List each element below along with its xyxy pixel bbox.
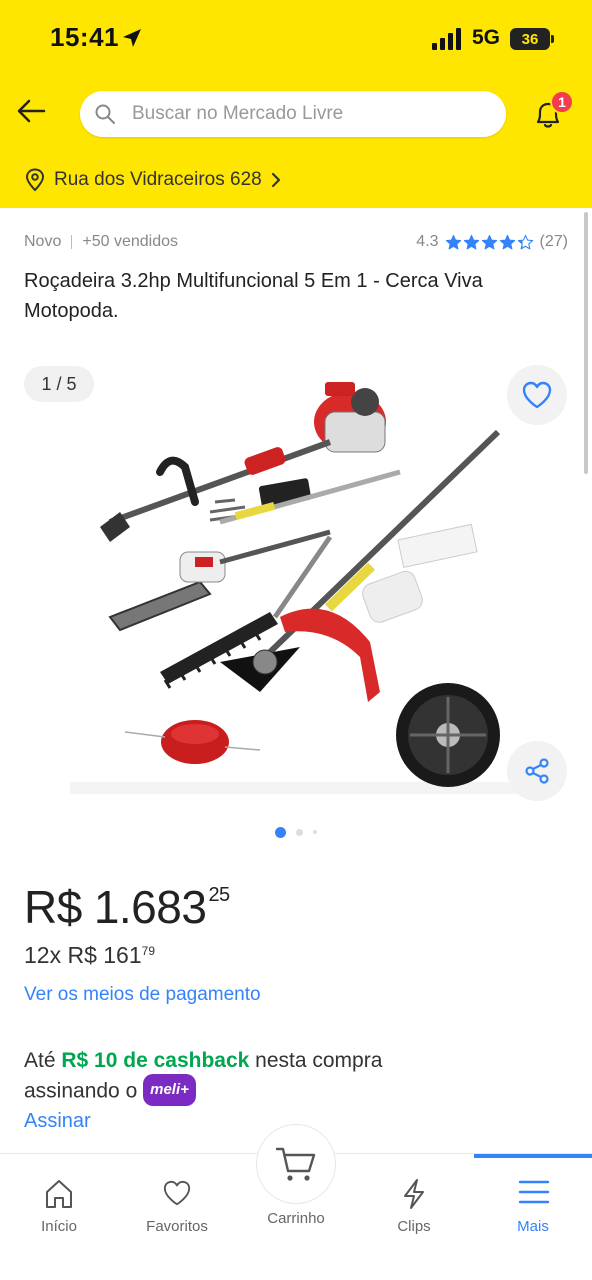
- battery-icon: 36: [510, 28, 550, 50]
- star-icon: [445, 234, 461, 249]
- home-icon: [46, 1180, 72, 1208]
- favorite-button[interactable]: [507, 365, 567, 425]
- cashback-prefix: Até: [24, 1049, 56, 1072]
- installments-prefix: 12x R$: [24, 942, 97, 968]
- subscribe-link[interactable]: Assinar: [24, 1110, 91, 1133]
- search-icon: [95, 104, 115, 124]
- nav-item-carrinho[interactable]: [256, 1124, 336, 1204]
- nav-item-inicio[interactable]: Início: [0, 1168, 118, 1238]
- installment-cents: 79: [141, 944, 155, 958]
- cashback-line2: assinando o: [24, 1079, 138, 1103]
- rating-stars: [445, 234, 534, 251]
- search-input[interactable]: Buscar no Mercado Livre: [80, 91, 506, 137]
- image-counter: 1 / 5: [24, 366, 94, 402]
- nav-item-favoritos[interactable]: Favoritos: [118, 1168, 236, 1238]
- price-integer: 1.683: [93, 881, 207, 933]
- product-gallery[interactable]: 1 / 5: [0, 352, 592, 812]
- price-currency: R$: [24, 881, 82, 933]
- star-icon: [517, 234, 533, 249]
- meli-plus-logo: meli+: [143, 1074, 196, 1106]
- payment-methods-link[interactable]: Ver os meios de pagamento: [24, 984, 261, 1006]
- pagination-dot[interactable]: [296, 828, 303, 836]
- installments: 12x R$ 16179: [24, 942, 155, 969]
- nav-label: Favoritos: [146, 1218, 208, 1235]
- rating-value: 4.3: [416, 233, 439, 250]
- share-button[interactable]: [507, 741, 567, 801]
- share-icon: [525, 758, 549, 784]
- nav-label: Início: [41, 1218, 77, 1235]
- battery-nub: [551, 35, 554, 43]
- address-text: Rua dos Vidraceiros 628: [54, 169, 262, 190]
- cashback-mid: nesta compra: [255, 1049, 383, 1072]
- heart-icon: [522, 381, 552, 409]
- location-pin-icon: [25, 168, 45, 192]
- pagination-dot[interactable]: [313, 830, 317, 834]
- cashback-amount: R$ 10 de cashback: [61, 1049, 250, 1072]
- notification-badge: 1: [550, 90, 574, 114]
- rating[interactable]: 4.3 (27): [416, 233, 568, 251]
- status-bar: 15:41 5G 36: [0, 0, 592, 80]
- status-time: 15:41: [50, 22, 119, 52]
- review-count: (27): [539, 233, 568, 250]
- menu-icon: [518, 1180, 550, 1204]
- address-selector[interactable]: Rua dos Vidraceiros 628: [24, 166, 282, 194]
- star-icon: [463, 234, 479, 249]
- product-image: [70, 382, 520, 794]
- product-meta: Novo +50 vendidos 4.3 (27): [24, 233, 568, 255]
- heart-icon: [163, 1180, 191, 1206]
- notifications-button[interactable]: 1: [530, 90, 574, 132]
- star-icon: [499, 234, 515, 249]
- header: 15:41 5G 36 Buscar no Mercado Livre 1 Ru…: [0, 0, 592, 208]
- arrow-left-icon: [17, 99, 46, 123]
- signal-icon: [432, 28, 461, 50]
- gallery-pagination[interactable]: [0, 826, 592, 838]
- sold-count: +50 vendidos: [82, 233, 178, 250]
- nav-item-clips[interactable]: Clips: [355, 1168, 473, 1238]
- battery-level: 36: [521, 30, 539, 48]
- nav-label: Clips: [397, 1218, 431, 1235]
- location-arrow-icon: [123, 29, 141, 47]
- product-title: Roçadeira 3.2hp Multifuncional 5 Em 1 - …: [24, 270, 483, 322]
- price-cents: 25: [208, 884, 230, 906]
- price: R$ 1.683 25: [24, 880, 230, 934]
- nav-label: Carrinho: [267, 1210, 325, 1227]
- cashback-info: Até R$ 10 de cashback nesta compra assin…: [24, 1046, 572, 1108]
- search-placeholder: Buscar no Mercado Livre: [132, 103, 344, 124]
- network-type: 5G: [472, 26, 501, 49]
- nav-label: Mais: [517, 1218, 549, 1235]
- condition-label: Novo: [24, 233, 62, 250]
- meta-divider: [71, 235, 73, 249]
- cart-icon: [275, 1147, 316, 1181]
- installment-integer: 161: [103, 942, 142, 968]
- bottom-nav: Início Favoritos Carrinho Clips Mais: [0, 1124, 592, 1280]
- chevron-right-icon: [271, 172, 280, 188]
- star-icon: [481, 234, 497, 249]
- clips-icon: [404, 1179, 424, 1209]
- nav-item-mais[interactable]: Mais: [474, 1154, 592, 1238]
- back-button[interactable]: [14, 94, 48, 128]
- pagination-dot-active[interactable]: [275, 826, 286, 838]
